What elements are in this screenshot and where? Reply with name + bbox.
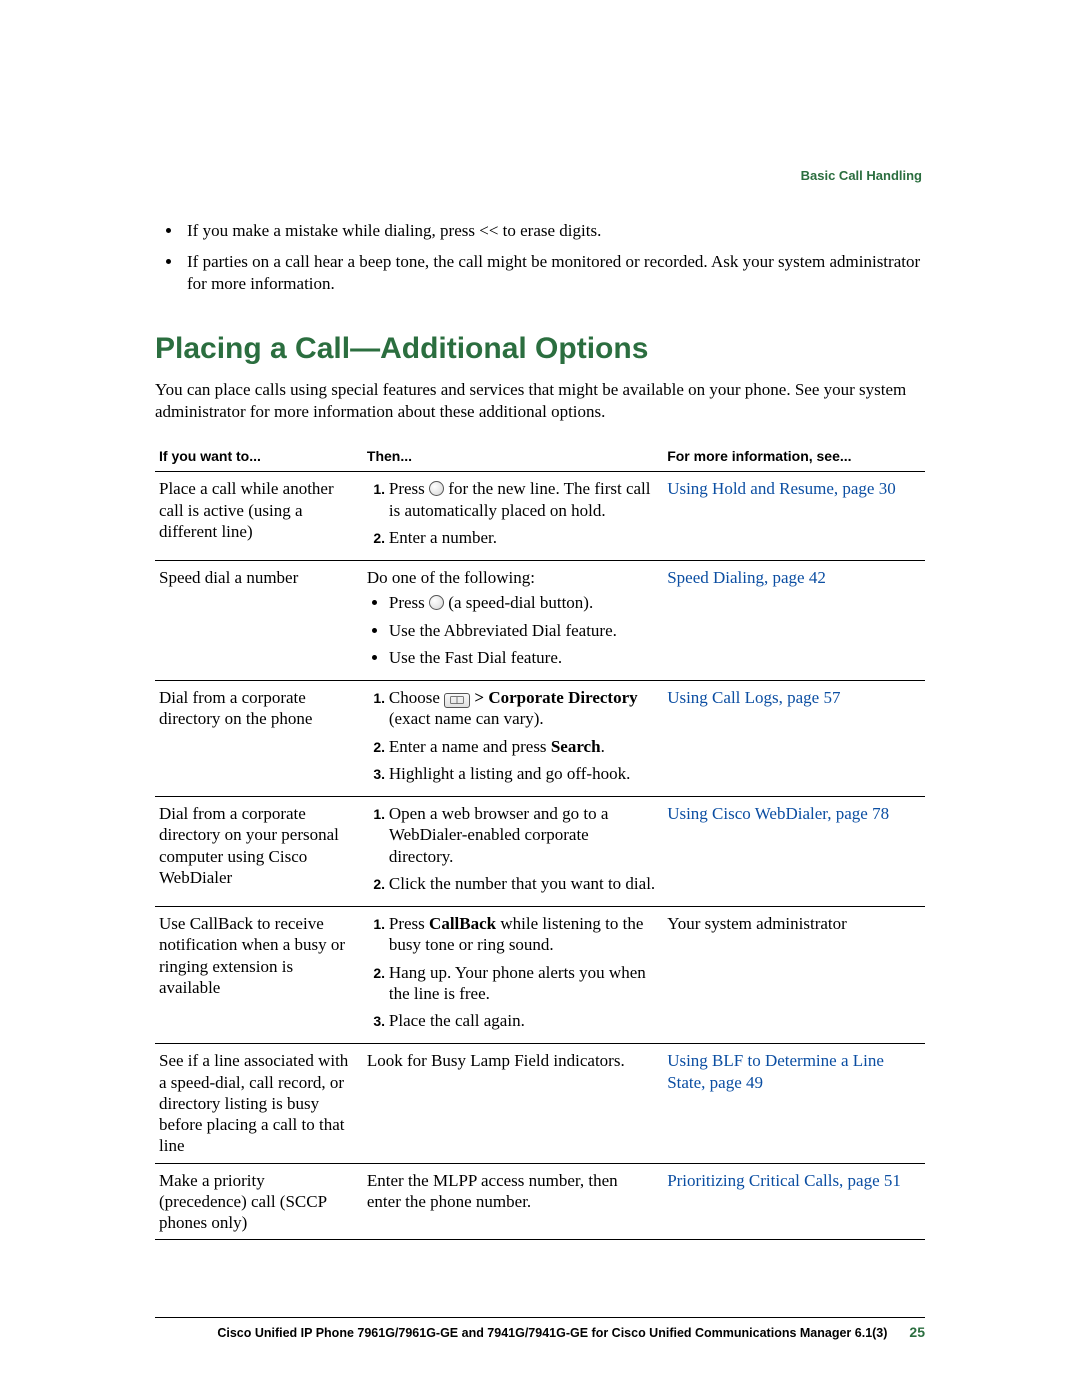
option: Use the Abbreviated Dial feature. <box>389 620 655 641</box>
cell-want: Dial from a corporate directory on the p… <box>155 681 363 797</box>
step: Enter a number. <box>389 527 655 548</box>
text: (a speed-dial button). <box>444 593 593 612</box>
cell-want: Place a call while another call is activ… <box>155 472 363 561</box>
step: Click the number that you want to dial. <box>389 873 655 894</box>
table-header: Then... <box>363 442 663 472</box>
cell-info: Using BLF to Determine a Line State, pag… <box>663 1044 925 1163</box>
step: Highlight a listing and go off-hook. <box>389 763 655 784</box>
cell-then: Look for Busy Lamp Field indicators. <box>363 1044 663 1163</box>
table-row: See if a line associated with a speed-di… <box>155 1044 925 1163</box>
cell-then: Choose > Corporate Directory (exact name… <box>363 681 663 797</box>
table-header-row: If you want to... Then... For more infor… <box>155 442 925 472</box>
footer-doc-title: Cisco Unified IP Phone 7961G/7961G-GE an… <box>217 1326 887 1342</box>
table-header: For more information, see... <box>663 442 925 472</box>
page-footer: Cisco Unified IP Phone 7961G/7961G-GE an… <box>155 1317 925 1342</box>
document-page: Basic Call Handling If you make a mistak… <box>0 0 1080 1397</box>
step: Place the call again. <box>389 1010 655 1031</box>
cell-info: Using Hold and Resume, page 30 <box>663 472 925 561</box>
section-lead: You can place calls using special featur… <box>155 379 925 422</box>
intro-bullet: If parties on a call hear a beep tone, t… <box>183 251 925 294</box>
text: . <box>601 737 605 756</box>
line-button-icon <box>429 481 444 496</box>
table-header: If you want to... <box>155 442 363 472</box>
text: Choose <box>389 688 444 707</box>
table-row: Speed dial a number Do one of the follow… <box>155 561 925 681</box>
table-row: Place a call while another call is activ… <box>155 472 925 561</box>
cell-then: Press for the new line. The first call i… <box>363 472 663 561</box>
cell-want: See if a line associated with a speed-di… <box>155 1044 363 1163</box>
text: Press <box>389 914 429 933</box>
step: Open a web browser and go to a WebDialer… <box>389 803 655 867</box>
cross-ref-link[interactable]: Speed Dialing, page 42 <box>667 568 826 587</box>
cell-info: Speed Dialing, page 42 <box>663 561 925 681</box>
cell-info: Prioritizing Critical Calls, page 51 <box>663 1163 925 1240</box>
step: Enter a name and press Search. <box>389 736 655 757</box>
step: Press for the new line. The first call i… <box>389 478 655 521</box>
text: Enter a name and press <box>389 737 551 756</box>
text-bold: CallBack <box>429 914 496 933</box>
cell-then: Open a web browser and go to a WebDialer… <box>363 797 663 907</box>
text: Do one of the following: <box>367 567 655 588</box>
cell-want: Speed dial a number <box>155 561 363 681</box>
cell-info: Using Call Logs, page 57 <box>663 681 925 797</box>
cell-want: Make a priority (precedence) call (SCCP … <box>155 1163 363 1240</box>
cross-ref-link[interactable]: Prioritizing Critical Calls, page 51 <box>667 1171 901 1190</box>
step: Choose > Corporate Directory (exact name… <box>389 687 655 730</box>
text: Press <box>389 479 429 498</box>
option: Use the Fast Dial feature. <box>389 647 655 668</box>
text: (exact name can vary). <box>389 709 544 728</box>
text: Press <box>389 593 429 612</box>
cell-info: Using Cisco WebDialer, page 78 <box>663 797 925 907</box>
feature-table: If you want to... Then... For more infor… <box>155 442 925 1241</box>
cell-info: Your system administrator <box>663 907 925 1044</box>
cell-then: Enter the MLPP access number, then enter… <box>363 1163 663 1240</box>
section-heading: Placing a Call—Additional Options <box>155 330 925 368</box>
table-row: Use CallBack to receive notification whe… <box>155 907 925 1044</box>
chapter-tag: Basic Call Handling <box>801 168 922 184</box>
step: Press CallBack while listening to the bu… <box>389 913 655 956</box>
table-row: Dial from a corporate directory on your … <box>155 797 925 907</box>
text-bold: Search <box>551 737 601 756</box>
directories-button-icon <box>444 693 470 708</box>
cross-ref-link[interactable]: Using Call Logs, page 57 <box>667 688 840 707</box>
table-row: Dial from a corporate directory on the p… <box>155 681 925 797</box>
step: Hang up. Your phone alerts you when the … <box>389 962 655 1005</box>
table-row: Make a priority (precedence) call (SCCP … <box>155 1163 925 1240</box>
cell-want: Dial from a corporate directory on your … <box>155 797 363 907</box>
line-button-icon <box>429 595 444 610</box>
option: Press (a speed-dial button). <box>389 592 655 613</box>
cell-then: Press CallBack while listening to the bu… <box>363 907 663 1044</box>
text-bold: > Corporate Directory <box>470 688 638 707</box>
intro-bullet-list: If you make a mistake while dialing, pre… <box>155 220 925 294</box>
cell-want: Use CallBack to receive notification whe… <box>155 907 363 1044</box>
cell-then: Do one of the following: Press (a speed-… <box>363 561 663 681</box>
cross-ref-link[interactable]: Using Hold and Resume, page 30 <box>667 479 896 498</box>
footer-page-number: 25 <box>909 1324 925 1342</box>
intro-bullet: If you make a mistake while dialing, pre… <box>183 220 925 241</box>
cross-ref-link[interactable]: Using Cisco WebDialer, page 78 <box>667 804 889 823</box>
cross-ref-link[interactable]: Using BLF to Determine a Line State, pag… <box>667 1051 884 1091</box>
